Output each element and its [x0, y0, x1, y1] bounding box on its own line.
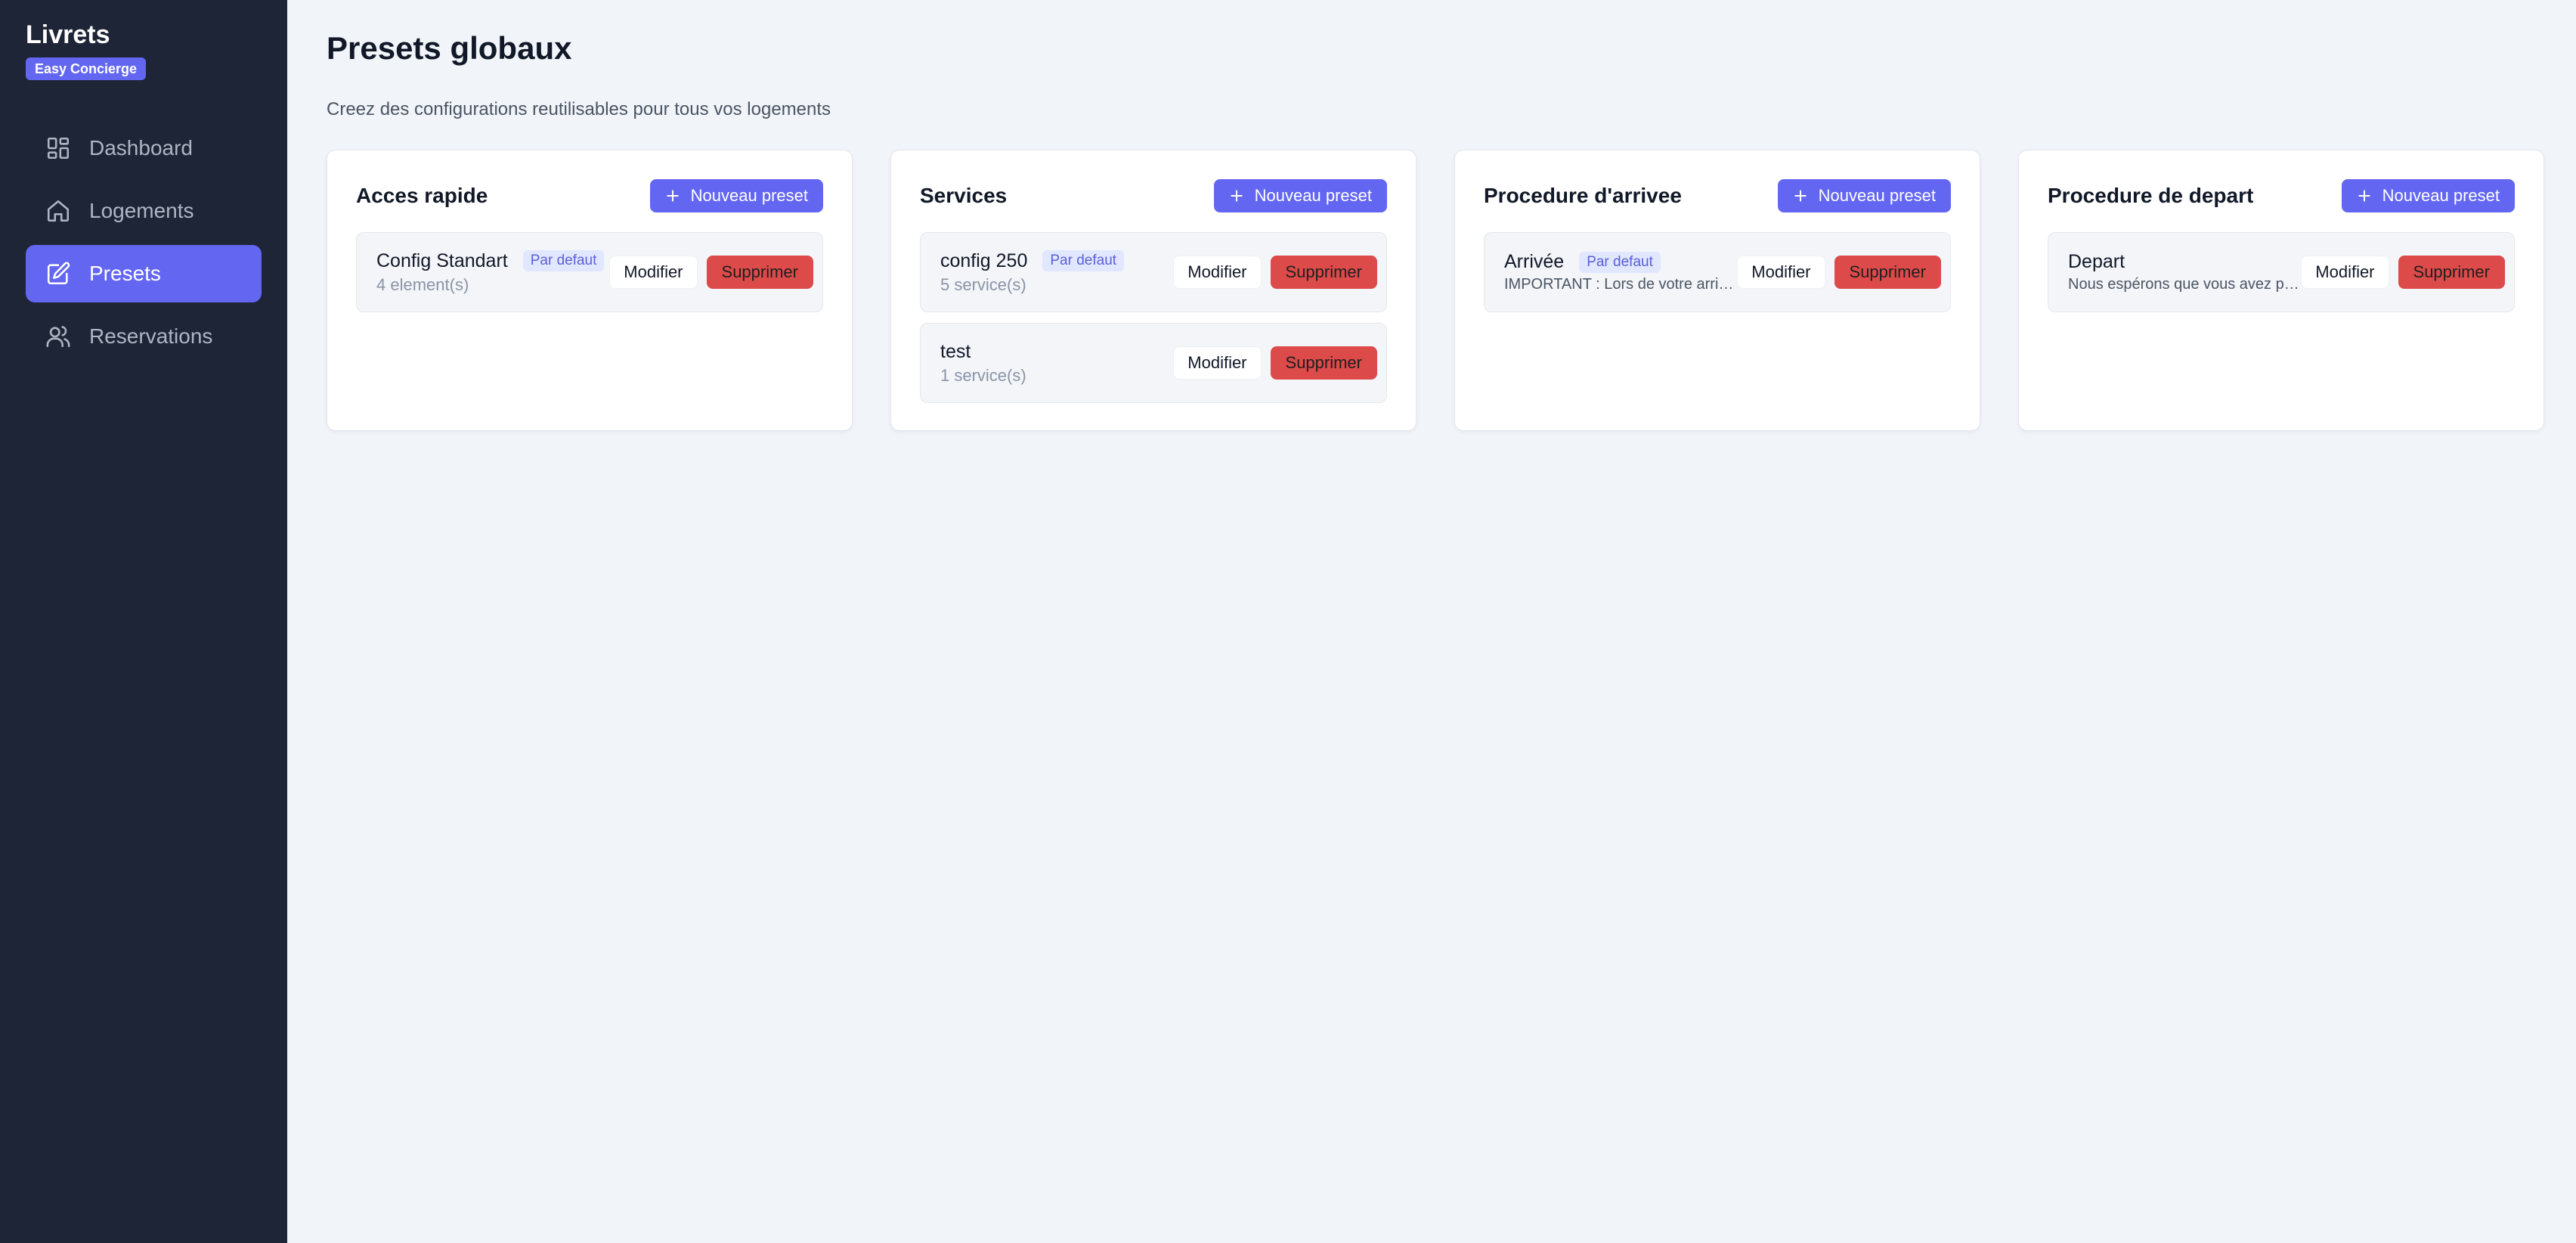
card-title: Procedure d'arrivee — [1484, 184, 1682, 207]
main-content: Presets globaux Creez des configurations… — [287, 0, 2576, 1243]
plus-icon — [2357, 188, 2372, 203]
page-subtitle: Creez des configurations reutilisables p… — [327, 99, 831, 119]
preset-name: Arrivée — [1504, 251, 1565, 272]
sidebar-item-reservations[interactable]: Reservations — [26, 308, 262, 365]
preset-card: Procedure de depart Nouveau preset Depart N… — [2018, 150, 2544, 431]
home-icon — [45, 198, 71, 224]
plus-icon — [1793, 188, 1808, 203]
preset-meta: Nous espérons que vous avez passé un agr… — [2068, 276, 2301, 293]
new-preset-button[interactable]: Nouveau preset — [2341, 179, 2515, 212]
new-preset-label: Nouveau preset — [690, 186, 808, 205]
edit-button[interactable]: Modifier — [1173, 256, 1262, 289]
brand-badge: Easy Concierge — [26, 57, 147, 80]
new-preset-button[interactable]: Nouveau preset — [1777, 179, 1951, 212]
delete-button[interactable]: Supprimer — [2398, 256, 2505, 289]
preset-header: config 250 Par defaut — [940, 250, 1173, 272]
plus-icon — [665, 188, 680, 203]
sidebar-nav: Dashboard Logements Presets Reservations — [26, 119, 262, 365]
sidebar-item-label: Dashboard — [89, 136, 193, 160]
card-title: Services — [920, 184, 1008, 207]
delete-button[interactable]: Supprimer — [1270, 256, 1377, 289]
new-preset-button[interactable]: Nouveau preset — [1213, 179, 1387, 212]
preset-info: config 250 Par defaut 5 service(s) — [940, 250, 1173, 295]
sidebar: Livrets Easy Concierge Dashboard Logement… — [0, 0, 287, 1243]
card-header: Procedure d'arrivee Nouveau preset — [1484, 179, 1951, 212]
brand-title: Livrets — [26, 20, 110, 49]
preset-info: Config Standart Par defaut 4 element(s) — [376, 250, 609, 295]
sidebar-item-presets[interactable]: Presets — [26, 245, 262, 302]
edit-button[interactable]: Modifier — [1737, 256, 1825, 289]
page-title: Presets globaux — [327, 30, 572, 66]
preset-info: Depart Nous espérons que vous avez passé … — [2068, 251, 2301, 293]
card-header: Services Nouveau preset — [920, 179, 1387, 212]
edit-button[interactable]: Modifier — [1173, 346, 1262, 380]
preset-actions: Modifier Supprimer — [1737, 256, 1941, 289]
preset-info: test 1 service(s) — [940, 341, 1173, 386]
preset-card: Services Nouveau preset config 250 Par defa… — [890, 150, 1416, 431]
preset-actions: Modifier Supprimer — [609, 256, 813, 289]
preset-name: Config Standart — [376, 250, 508, 271]
plus-icon — [1229, 188, 1244, 203]
preset-meta: 4 element(s) — [376, 274, 469, 294]
preset-cards: Acces rapide Nouveau preset Config Standar… — [327, 150, 2544, 431]
preset-meta: IMPORTANT : Lors de votre arrivée... — [1504, 276, 1738, 293]
sidebar-item-label: Reservations — [89, 324, 213, 348]
preset-actions: Modifier Supprimer — [1173, 346, 1377, 380]
preset-list: config 250 Par defaut 5 service(s) Modifier… — [920, 232, 1387, 403]
sidebar-item-label: Presets — [89, 262, 161, 285]
preset-list: Config Standart Par defaut 4 element(s) Mod… — [356, 232, 823, 312]
preset-name: config 250 — [940, 250, 1028, 271]
preset-header: test — [940, 341, 1173, 363]
card-title: Procedure de depart — [2048, 184, 2254, 207]
preset-item: config 250 Par defaut 5 service(s) Modifier… — [920, 232, 1387, 312]
preset-list: Depart Nous espérons que vous avez passé … — [2048, 232, 2515, 312]
preset-header: Depart — [2068, 251, 2301, 273]
sidebar-item-dashboard[interactable]: Dashboard — [26, 119, 262, 177]
preset-name: Depart — [2068, 251, 2126, 272]
edit-button[interactable]: Modifier — [609, 256, 698, 289]
preset-info: Arrivée Par defaut IMPORTANT : Lors de vot… — [1504, 251, 1737, 293]
delete-button[interactable]: Supprimer — [706, 256, 813, 289]
preset-header: Config Standart Par defaut — [376, 250, 609, 272]
edit-icon — [45, 261, 71, 287]
sidebar-item-logements[interactable]: Logements — [26, 182, 262, 240]
preset-card: Acces rapide Nouveau preset Config Standar… — [327, 150, 853, 431]
app-root: Livrets Easy Concierge Dashboard Logement… — [0, 0, 2576, 1243]
card-title: Acces rapide — [356, 184, 488, 207]
delete-button[interactable]: Supprimer — [1834, 256, 1941, 289]
delete-button[interactable]: Supprimer — [1270, 346, 1377, 380]
preset-item: test 1 service(s) Modifier Supprimer — [920, 323, 1387, 403]
card-header: Acces rapide Nouveau preset — [356, 179, 823, 212]
preset-card: Procedure d'arrivee Nouveau preset Arrivée… — [1454, 150, 1980, 431]
card-header: Procedure de depart Nouveau preset — [2048, 179, 2515, 212]
default-badge: Par defaut — [1042, 250, 1125, 271]
preset-meta: 1 service(s) — [940, 365, 1026, 385]
default-badge: Par defaut — [522, 250, 605, 271]
sidebar-item-label: Logements — [89, 199, 194, 222]
dashboard-icon — [45, 135, 71, 161]
preset-item: Config Standart Par defaut 4 element(s) Mod… — [356, 232, 823, 312]
edit-button[interactable]: Modifier — [2301, 256, 2389, 289]
new-preset-button[interactable]: Nouveau preset — [649, 179, 823, 212]
preset-meta: 5 service(s) — [940, 274, 1026, 294]
preset-header: Arrivée Par defaut — [1504, 251, 1737, 273]
preset-item: Depart Nous espérons que vous avez passé … — [2048, 232, 2515, 312]
new-preset-label: Nouveau preset — [1818, 186, 1936, 205]
users-icon — [45, 324, 71, 349]
preset-item: Arrivée Par defaut IMPORTANT : Lors de vot… — [1484, 232, 1951, 312]
preset-list: Arrivée Par defaut IMPORTANT : Lors de vot… — [1484, 232, 1951, 312]
preset-actions: Modifier Supprimer — [2301, 256, 2505, 289]
default-badge: Par defaut — [1579, 251, 1661, 273]
preset-name: test — [940, 340, 971, 362]
preset-actions: Modifier Supprimer — [1173, 256, 1377, 289]
new-preset-label: Nouveau preset — [1254, 186, 1372, 205]
new-preset-label: Nouveau preset — [2382, 186, 2500, 205]
